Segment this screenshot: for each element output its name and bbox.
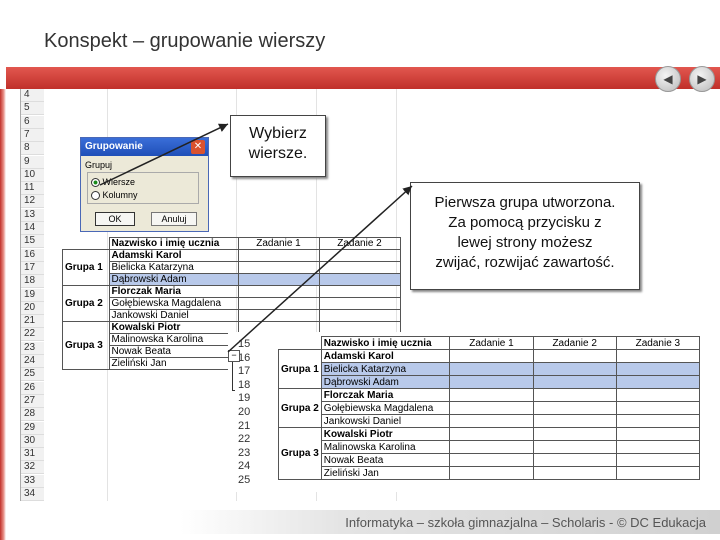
arrow-to-dialog xyxy=(99,123,229,186)
connector-arrows xyxy=(99,123,413,353)
arrow-to-collapse xyxy=(227,185,413,353)
footer-text: Informatyka – szkoła gimnazjalna – Schol… xyxy=(345,515,706,530)
